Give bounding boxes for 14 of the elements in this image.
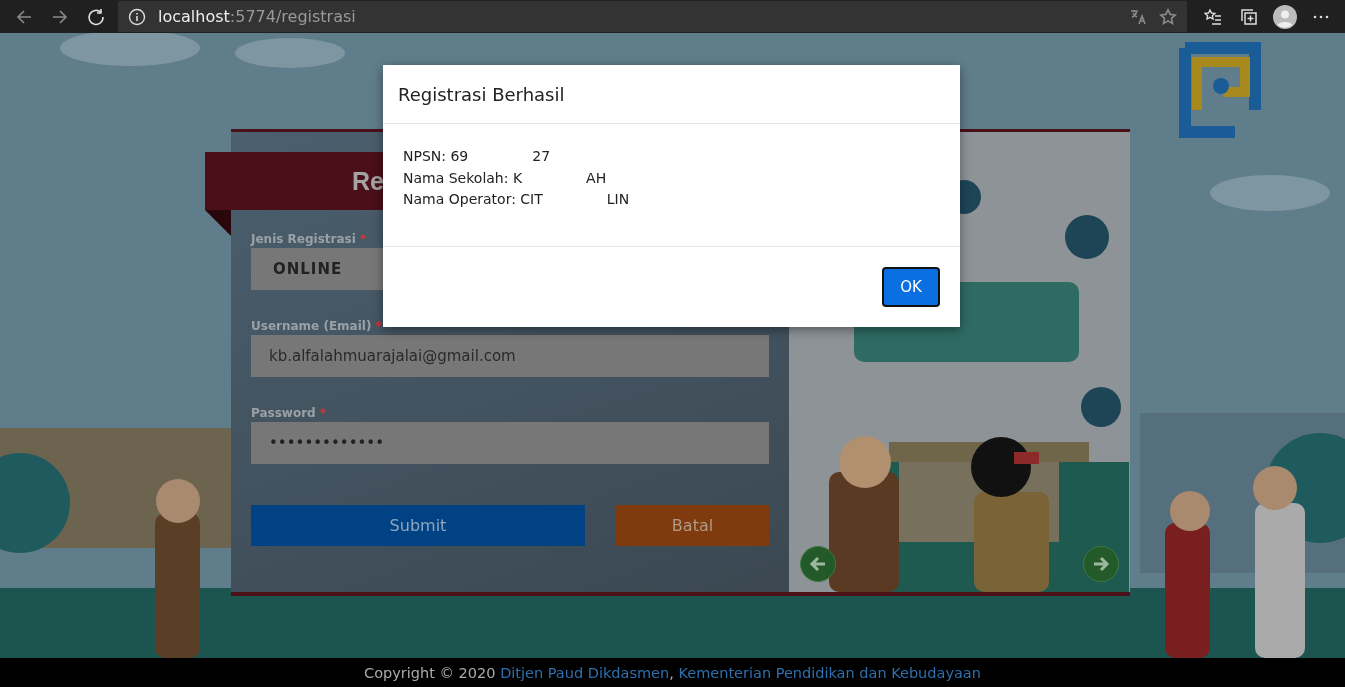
translate-icon[interactable] xyxy=(1129,7,1147,26)
refresh-icon[interactable] xyxy=(87,7,105,26)
collections-icon[interactable] xyxy=(1240,7,1258,26)
star-icon[interactable] xyxy=(1159,7,1177,26)
back-icon[interactable] xyxy=(15,7,33,26)
footer-link[interactable]: Kementerian Pendidikan dan Kebudayaan xyxy=(678,664,981,681)
copyright-text: Copyright © 2020 Ditjen Paud Dikdasmen, Kementerian Pendidikan dan Kebudayaan xyxy=(364,664,981,681)
favorites-icon[interactable] xyxy=(1204,7,1222,26)
footer-link[interactable]: Ditjen Paud Dikdasmen xyxy=(500,664,670,681)
info-icon[interactable] xyxy=(128,7,146,26)
address-bar[interactable]: localhost:5774/registrasi xyxy=(118,1,1187,32)
forward-icon[interactable] xyxy=(51,7,69,26)
url-text[interactable]: localhost:5774/registrasi xyxy=(158,7,356,26)
profile-avatar-icon[interactable] xyxy=(1273,4,1297,29)
